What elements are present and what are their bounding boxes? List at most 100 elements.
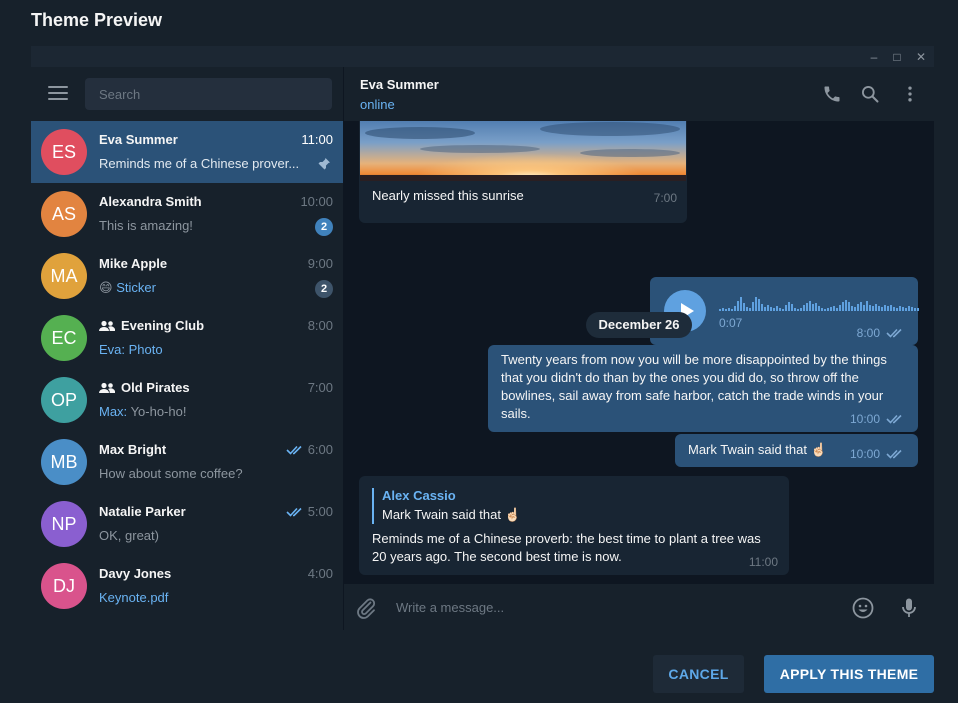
chat-list-item[interactable]: EC Evening Club 8:00 Eva: Photo <box>31 307 343 369</box>
voice-message[interactable]: 0:07 8:00 <box>650 277 919 345</box>
chat-list-item[interactable]: NP Natalie Parker 5:00 OK, great) <box>31 493 343 555</box>
waveform-bar <box>815 303 817 311</box>
reply-author[interactable]: Alex Cassio <box>382 488 456 503</box>
chat-name-row: Davy Jones <box>99 566 171 581</box>
search-input[interactable] <box>85 78 332 110</box>
preview-text: This is amazing! <box>99 218 193 233</box>
chat-list-item[interactable]: ES Eva Summer 11:00 Reminds me of a Chinese… <box>31 121 343 183</box>
preview-text: OK, great) <box>99 528 159 543</box>
preview-text: Keynote.pdf <box>99 590 169 605</box>
chat-title[interactable]: Eva Summer <box>360 77 439 92</box>
minimize-icon[interactable]: – <box>865 48 883 66</box>
chat-time: 10:00 <box>300 194 333 209</box>
chat-list-item[interactable]: DJ Davy Jones 4:00 Keynote.pdf <box>31 555 343 617</box>
photo-caption: Nearly missed this sunrise <box>372 188 524 203</box>
chat-list-item[interactable]: MB Max Bright 6:00 How about some coffee? <box>31 431 343 493</box>
chat-status: online <box>360 97 395 112</box>
waveform-bar <box>869 305 871 311</box>
message-time: 10:00 <box>849 447 880 461</box>
chat-time: 7:00 <box>307 380 333 395</box>
chat-list-item[interactable]: OP Old Pirates 7:00 Max: Yo-ho-ho! <box>31 369 343 431</box>
chat-time-row: 5:00 <box>286 504 333 519</box>
waveform-bar <box>899 306 901 311</box>
cancel-button[interactable]: CANCEL <box>653 655 744 693</box>
voice-waveform[interactable] <box>719 291 919 313</box>
emoji-icon[interactable] <box>851 596 875 620</box>
waveform-bar <box>848 302 850 311</box>
chat-name: Mike Apple <box>99 256 168 271</box>
chat-name: Natalie Parker <box>99 504 186 519</box>
phone-icon[interactable] <box>822 84 842 104</box>
waveform-bar <box>875 304 877 311</box>
avatar: MB <box>41 439 87 485</box>
preview-text: Reminds me of a Chinese prover... <box>99 156 300 171</box>
waveform-bar <box>767 305 769 311</box>
waveform-bar <box>770 307 772 311</box>
message-input[interactable] <box>388 592 838 622</box>
waveform-bar <box>740 297 742 311</box>
group-icon <box>99 320 115 331</box>
waveform-bar <box>833 306 835 311</box>
double-check-icon <box>886 449 902 459</box>
waveform-bar <box>731 309 733 311</box>
outgoing-message[interactable]: Twenty years from now you will be more d… <box>488 345 918 432</box>
chat-time-row: 9:00 <box>308 256 333 271</box>
waveform-bar <box>806 303 808 311</box>
chat-time: 6:00 <box>307 442 333 457</box>
waveform-bar <box>812 304 814 311</box>
maximize-icon[interactable]: □ <box>888 48 906 66</box>
avatar: OP <box>41 377 87 423</box>
message-time-row: 10:00 <box>850 447 908 461</box>
waveform-bar <box>797 309 799 311</box>
microphone-icon[interactable] <box>897 596 921 620</box>
waveform-bar <box>911 307 913 311</box>
waveform-bar <box>758 299 760 311</box>
waveform-bar <box>854 307 856 311</box>
waveform-bar <box>857 304 859 311</box>
hamburger-menu-icon[interactable] <box>48 86 68 102</box>
waveform-bar <box>737 301 739 311</box>
chat-name: Max Bright <box>99 442 167 457</box>
waveform-bar <box>719 309 721 311</box>
waveform-bar <box>803 305 805 311</box>
avatar: EC <box>41 315 87 361</box>
waveform-bar <box>776 306 778 311</box>
waveform-bar <box>878 306 880 311</box>
message-text: Reminds me of a Chinese proverb: the bes… <box>372 531 761 564</box>
message-time: 8:00 <box>856 326 880 340</box>
close-icon[interactable]: ✕ <box>912 48 930 66</box>
dialog-title: Theme Preview <box>31 10 163 30</box>
apply-theme-button[interactable]: APPLY THIS THEME <box>764 655 934 693</box>
chat-preview: How about some coffee? <box>99 466 309 481</box>
chat-list-item[interactable]: AS Alexandra Smith 10:00 This is amazing! 2 <box>31 183 343 245</box>
chat-time-row: 11:00 <box>301 132 333 147</box>
preview-emoji: 😄 <box>99 280 113 295</box>
search-icon[interactable] <box>860 84 880 104</box>
reply-quote: Mark Twain said that ☝🏻 <box>382 507 521 522</box>
waveform-bar <box>890 305 892 311</box>
waveform-bar <box>743 303 745 311</box>
chat-list-item[interactable]: MA Mike Apple 9:00 😄 Sticker 2 <box>31 245 343 307</box>
photo-message[interactable]: Nearly missed this sunrise 7:00 <box>359 121 687 223</box>
outgoing-message[interactable]: Mark Twain said that ☝🏻 10:00 <box>675 434 918 467</box>
paperclip-icon[interactable] <box>354 596 378 620</box>
chat-preview: OK, great) <box>99 528 309 543</box>
chat-name: Eva Summer <box>99 132 178 147</box>
waveform-bar <box>827 308 829 311</box>
double-check-icon <box>886 328 902 338</box>
sunrise-photo[interactable] <box>360 121 686 181</box>
preview-window: – □ ✕ ESEva Summer11:00Reminds me of a C… <box>31 46 934 630</box>
waveform-bar <box>725 309 727 311</box>
waveform-bar <box>773 308 775 311</box>
waveform-bar <box>905 308 907 311</box>
chat-name-row: Evening Club <box>99 318 204 333</box>
chat-time: 4:00 <box>307 566 333 581</box>
preview-text: Yo-ho-ho! <box>130 404 187 419</box>
more-vertical-icon[interactable] <box>900 84 920 104</box>
waveform-bar <box>755 297 757 311</box>
incoming-reply-message[interactable]: Alex Cassio Mark Twain said that ☝🏻 Remi… <box>359 476 789 575</box>
waveform-bar <box>830 307 832 311</box>
pin-icon <box>318 158 330 170</box>
chat-header: Eva Summer online <box>344 67 934 121</box>
waveform-bar <box>746 307 748 311</box>
